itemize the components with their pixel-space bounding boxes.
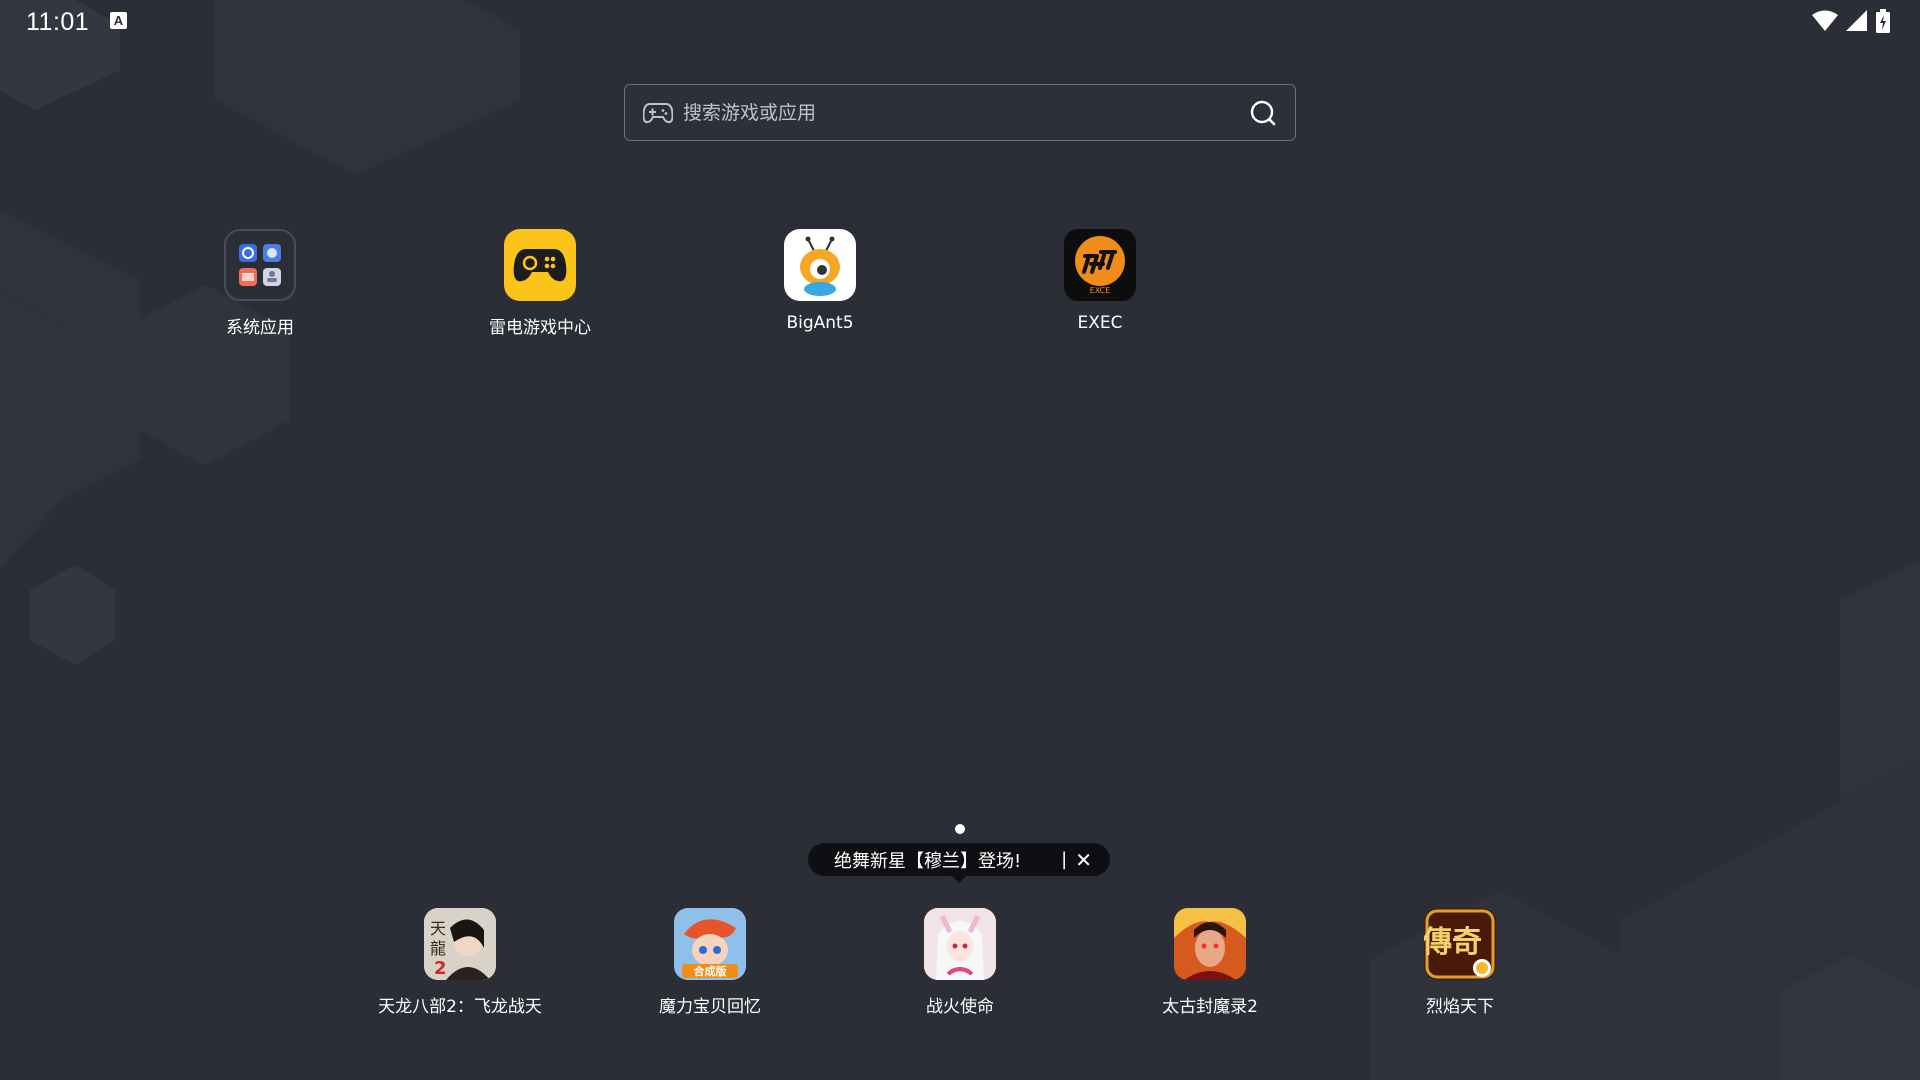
folder-icon [224,229,296,301]
app-bigant5[interactable]: BigAnt5 [750,229,890,333]
status-icons [1812,9,1890,33]
status-time: 11:01 [26,8,90,36]
status-bar: 11:01 A [0,0,1920,44]
app-moli[interactable]: 合成版 魔力宝贝回忆 [600,908,820,1017]
game-taigu-icon [1174,908,1246,980]
promo-banner[interactable]: 绝舞新星【穆兰】登场! | ✕ [808,843,1110,876]
app-tianlong[interactable]: 天 龍 2 天龙八部2：飞龙战天 [350,908,570,1017]
game-lieyan-icon: 傳奇 [1424,908,1496,980]
app-taigu[interactable]: 太古封魔录2 [1100,908,1320,1017]
gamepad-icon [643,102,673,123]
search-bar[interactable] [624,84,1296,141]
svg-text:天: 天 [430,919,446,938]
app-label: 战火使命 [926,997,994,1017]
game-tianlong-icon: 天 龍 2 [424,908,496,980]
a-badge-icon: A [110,12,127,29]
app-system-apps-folder[interactable]: 系统应用 [190,229,330,338]
gamepad-icon [504,229,576,301]
game-zhanhuo-icon [924,908,996,980]
app-label: 天龙八部2：飞龙战天 [378,997,542,1017]
banner-pointer [950,874,968,883]
app-label: 系统应用 [226,318,294,338]
moli-badge: 合成版 [694,964,727,978]
page-indicator-dot[interactable] [955,824,965,834]
app-label: 烈焰天下 [1426,997,1494,1017]
tianlong-badge: 2 [434,958,447,979]
exec-icon-caption: EXCE [1090,286,1111,295]
app-label: 魔力宝贝回忆 [659,997,761,1017]
exec-logo-icon: EXCE [1064,229,1136,301]
wifi-icon [1812,10,1838,31]
lieyan-badge: 傳奇 [1424,925,1482,960]
signal-icon [1846,10,1867,31]
svg-text:龍: 龍 [430,939,446,958]
app-zhanhuo[interactable]: 战火使命 [850,908,1070,1017]
game-moli-icon: 合成版 [674,908,746,980]
battery-charging-icon [1876,9,1890,33]
app-label: EXEC [1077,313,1123,333]
close-icon[interactable]: ✕ [1075,848,1092,872]
app-label: 雷电游戏中心 [489,318,591,338]
app-label: 太古封魔录2 [1162,997,1258,1017]
app-leidian-game-center[interactable]: 雷电游戏中心 [470,229,610,338]
app-lieyan[interactable]: 傳奇 烈焰天下 [1350,908,1570,1017]
search-icon[interactable] [1249,99,1277,127]
banner-text[interactable]: 绝舞新星【穆兰】登场! [834,847,1057,873]
ant-icon [784,229,856,301]
banner-separator: | [1061,849,1068,870]
app-exec[interactable]: EXCE EXEC [1030,229,1170,333]
app-label: BigAnt5 [786,313,854,333]
search-input[interactable] [683,101,1249,124]
